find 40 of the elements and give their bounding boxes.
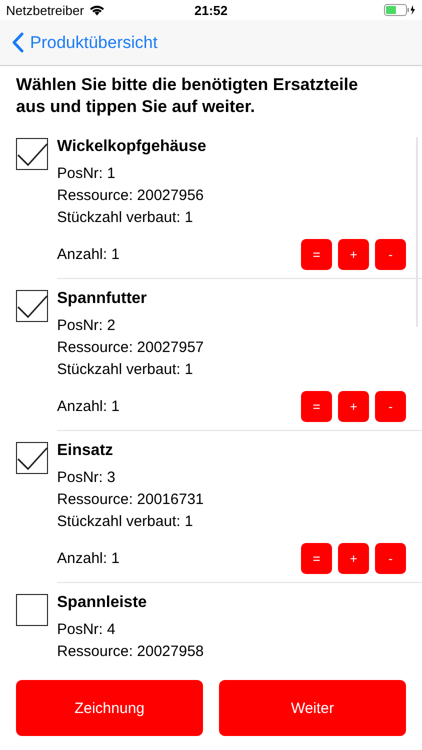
part-name: Spannfutter — [57, 289, 148, 309]
quantity-label: Anzahl: 1 — [57, 246, 120, 263]
quantity-button[interactable]: = — [301, 239, 332, 270]
position-number: PosNr: 1 — [57, 164, 116, 184]
quantity-button[interactable]: - — [375, 239, 406, 270]
quantity-button[interactable]: - — [375, 543, 406, 574]
position-number: PosNr: 4 — [57, 620, 116, 640]
chevron-left-icon — [12, 32, 24, 53]
quantity-label: Anzahl: 1 — [57, 550, 120, 567]
footer-button[interactable]: Zeichnung — [16, 680, 203, 736]
resource-number: Ressource: 20027958 — [57, 642, 205, 662]
back-button[interactable]: Produktübersicht — [0, 32, 158, 53]
quantity-label: Anzahl: 1 — [57, 398, 120, 415]
quantity-button[interactable]: + — [338, 239, 369, 270]
checkbox[interactable] — [16, 442, 48, 474]
resource-number: Ressource: 20016731 — [57, 490, 205, 510]
quantity-button[interactable]: + — [338, 543, 369, 574]
footer-button[interactable]: Weiter — [219, 680, 406, 736]
resource-number: Ressource: 20027957 — [57, 338, 205, 358]
quantity-button[interactable]: + — [338, 391, 369, 422]
resource-number: Ressource: 20027956 — [57, 186, 205, 206]
position-number: PosNr: 3 — [57, 468, 116, 488]
part-name: Spannleiste — [57, 593, 148, 613]
quantity-button[interactable]: = — [301, 543, 332, 574]
checkbox[interactable] — [16, 290, 48, 322]
wifi-icon — [89, 4, 106, 16]
part-name: Einsatz — [57, 441, 114, 461]
installed-quantity: Stückzahl verbaut: 1 — [57, 208, 194, 228]
checkbox[interactable] — [16, 594, 48, 626]
carrier-name: Netzbetreiber — [6, 2, 84, 18]
quantity-button[interactable]: = — [301, 391, 332, 422]
part-name: Wickelkopfgehäuse — [57, 137, 208, 157]
quantity-button[interactable]: - — [375, 391, 406, 422]
installed-quantity: Stückzahl verbaut: 1 — [57, 512, 194, 532]
checkbox[interactable] — [16, 138, 48, 170]
instruction-text: Wählen Sie bitte die benötigten Ersatzteile aus und tippen Sie auf weiter. — [15, 74, 359, 118]
position-number: PosNr: 2 — [57, 316, 116, 336]
status-time: 21:52 — [194, 2, 228, 18]
battery-icon — [384, 4, 416, 16]
installed-quantity: Stückzahl verbaut: 1 — [57, 360, 194, 380]
